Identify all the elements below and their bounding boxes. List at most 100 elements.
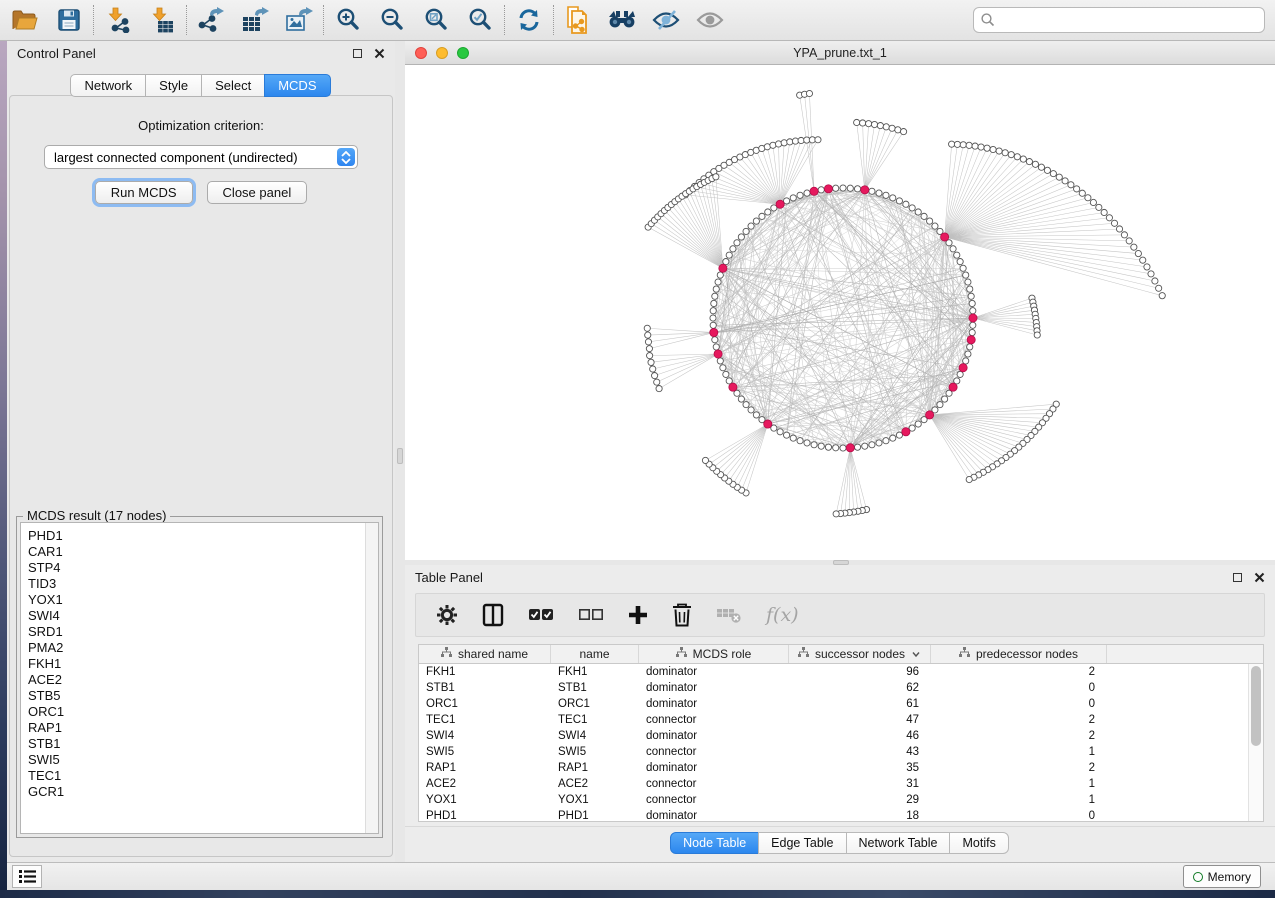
column-header-MCDS-role[interactable]: MCDS role <box>639 645 789 663</box>
mcds-result-item[interactable]: SWI5 <box>28 752 378 768</box>
table-toolbar: f(x) <box>415 593 1265 637</box>
cell-name: RAP1 <box>551 760 639 776</box>
table-row[interactable]: FKH1FKH1dominator962 <box>419 664 1263 680</box>
zoom-fit-icon[interactable] <box>421 5 451 35</box>
tab-mcds[interactable]: MCDS <box>264 74 330 97</box>
select-stepper-icon <box>337 148 355 166</box>
tab-edge-table[interactable]: Edge Table <box>758 832 846 854</box>
save-session-icon[interactable] <box>54 5 84 35</box>
tab-node-table[interactable]: Node Table <box>670 832 759 854</box>
float-panel-icon[interactable] <box>1233 573 1242 582</box>
mcds-result-item[interactable]: STB1 <box>28 736 378 752</box>
network-view-canvas[interactable] <box>405 65 1275 560</box>
add-column-icon[interactable] <box>628 605 648 625</box>
open-session-icon[interactable] <box>10 5 40 35</box>
refresh-view-icon[interactable] <box>514 5 544 35</box>
export-table-icon[interactable] <box>240 5 270 35</box>
table-row[interactable]: STB1STB1dominator620 <box>419 680 1263 696</box>
deselect-all-checkbox-icon[interactable] <box>578 608 604 622</box>
show-columns-icon[interactable] <box>482 603 504 627</box>
clone-network-icon[interactable] <box>563 5 593 35</box>
mcds-result-item[interactable]: ACE2 <box>28 672 378 688</box>
table-row[interactable]: PHD1PHD1dominator180 <box>419 808 1263 824</box>
splitter-grip[interactable] <box>397 448 403 464</box>
show-details-icon[interactable] <box>695 5 725 35</box>
mcds-result-item[interactable]: PHD1 <box>28 528 378 544</box>
mcds-result-item[interactable]: STB5 <box>28 688 378 704</box>
vertical-splitter[interactable] <box>395 41 405 862</box>
zoom-window-button[interactable] <box>457 47 469 59</box>
run-mcds-button[interactable]: Run MCDS <box>95 181 193 204</box>
table-row[interactable]: TEC1TEC1connector472 <box>419 712 1263 728</box>
mcds-result-item[interactable]: STP4 <box>28 560 378 576</box>
mcds-result-item[interactable]: PMA2 <box>28 640 378 656</box>
table-options-icon[interactable] <box>436 604 458 626</box>
mcds-result-item[interactable]: CAR1 <box>28 544 378 560</box>
mcds-result-item[interactable]: YOX1 <box>28 592 378 608</box>
zoom-out-icon[interactable] <box>377 5 407 35</box>
cell-predecessor-nodes: 0 <box>931 808 1107 824</box>
table-scrollbar-thumb[interactable] <box>1251 666 1261 746</box>
mcds-result-item[interactable]: ORC1 <box>28 704 378 720</box>
cell-successor-nodes: 35 <box>789 760 931 776</box>
column-header-shared-name[interactable]: shared name <box>419 645 551 663</box>
tab-select[interactable]: Select <box>201 74 265 97</box>
import-table-icon[interactable] <box>147 5 177 35</box>
table-row[interactable]: RAP1RAP1dominator352 <box>419 760 1263 776</box>
table-row[interactable]: ORC1ORC1dominator610 <box>419 696 1263 712</box>
mcds-result-list: PHD1CAR1STP4TID3YOX1SWI4SRD1PMA2FKH1ACE2… <box>21 523 378 800</box>
column-header-successor-nodes[interactable]: successor nodes <box>789 645 931 663</box>
delete-column-icon[interactable] <box>672 603 692 627</box>
mcds-result-item[interactable]: TEC1 <box>28 768 378 784</box>
criterion-select[interactable]: largest connected component (undirected) <box>44 145 358 169</box>
export-image-icon[interactable] <box>284 5 314 35</box>
status-bar: Memory <box>7 862 1275 890</box>
cell-MCDS-role: dominator <box>639 696 789 712</box>
column-header-predecessor-nodes[interactable]: predecessor nodes <box>931 645 1107 663</box>
cell-successor-nodes: 29 <box>789 792 931 808</box>
search-input[interactable] <box>996 9 1264 31</box>
mcds-result-item[interactable]: SWI4 <box>28 608 378 624</box>
table-row[interactable]: YOX1YOX1connector291 <box>419 792 1263 808</box>
cell-shared-name: ORC1 <box>419 696 551 712</box>
task-history-button[interactable] <box>12 865 42 888</box>
cell-successor-nodes: 96 <box>789 664 931 680</box>
memory-status-icon <box>1193 872 1203 882</box>
table-row[interactable]: SWI4SWI4dominator462 <box>419 728 1263 744</box>
zoom-selected-icon[interactable] <box>465 5 495 35</box>
cell-successor-nodes: 47 <box>789 712 931 728</box>
tab-network[interactable]: Network <box>70 74 146 97</box>
tab-motifs[interactable]: Motifs <box>949 832 1008 854</box>
mcds-result-item[interactable]: FKH1 <box>28 656 378 672</box>
mcds-result-item[interactable]: SRD1 <box>28 624 378 640</box>
tab-network-table[interactable]: Network Table <box>846 832 951 854</box>
close-panel-icon[interactable] <box>1254 572 1265 583</box>
table-scrollbar[interactable] <box>1248 664 1263 821</box>
minimize-window-button[interactable] <box>436 47 448 59</box>
network-window-title: YPA_prune.txt_1 <box>793 46 887 60</box>
hide-details-icon[interactable] <box>651 5 681 35</box>
table-row[interactable]: SWI5SWI5connector431 <box>419 744 1263 760</box>
column-header-name[interactable]: name <box>551 645 639 663</box>
mcds-result-item[interactable]: GCR1 <box>28 784 378 800</box>
import-network-icon[interactable] <box>103 5 133 35</box>
memory-button[interactable]: Memory <box>1183 865 1261 888</box>
close-panel-button[interactable]: Close panel <box>207 181 308 204</box>
mcds-result-item[interactable]: RAP1 <box>28 720 378 736</box>
first-neighbors-icon[interactable] <box>607 5 637 35</box>
float-panel-icon[interactable] <box>353 49 362 58</box>
close-window-button[interactable] <box>415 47 427 59</box>
zoom-in-icon[interactable] <box>333 5 363 35</box>
cell-predecessor-nodes: 1 <box>931 776 1107 792</box>
table-row[interactable]: ACE2ACE2connector311 <box>419 776 1263 792</box>
toolbar-separator <box>504 5 505 35</box>
close-panel-icon[interactable] <box>374 48 385 59</box>
network-window-titlebar[interactable]: YPA_prune.txt_1 <box>405 41 1275 65</box>
mcds-result-item[interactable]: TID3 <box>28 576 378 592</box>
select-all-checkbox-icon[interactable] <box>528 608 554 622</box>
cell-name: FKH1 <box>551 664 639 680</box>
tab-style[interactable]: Style <box>145 74 202 97</box>
cell-predecessor-nodes: 2 <box>931 760 1107 776</box>
export-network-icon[interactable] <box>196 5 226 35</box>
result-list-scrollbar[interactable] <box>365 523 378 833</box>
